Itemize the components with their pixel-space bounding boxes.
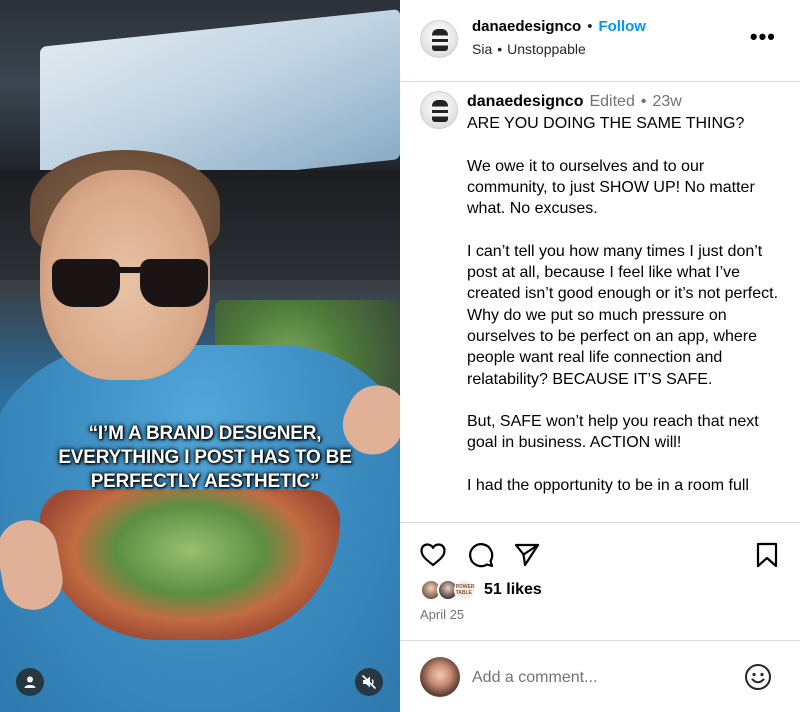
- heart-icon: [420, 543, 446, 567]
- follow-button[interactable]: Follow: [598, 18, 646, 35]
- emoji-button[interactable]: [744, 663, 772, 691]
- post-header: danaedesignco • Follow Sia • Unstoppable…: [400, 0, 800, 82]
- separator-dot: •: [587, 18, 593, 35]
- comment-input[interactable]: [472, 665, 732, 691]
- bookmark-icon: [756, 542, 778, 568]
- share-icon: [514, 543, 540, 567]
- video-caption-overlay: “I’M A BRAND DESIGNER, EVERYTHING I POST…: [58, 423, 352, 492]
- likes-count[interactable]: 51 likes: [484, 581, 542, 599]
- post-caption-area[interactable]: danaedesignco Edited • 23w ARE YOU DOING…: [400, 83, 800, 520]
- muted-speaker-icon: [361, 674, 377, 690]
- separator-dot: •: [497, 41, 503, 57]
- more-options-icon[interactable]: •••: [750, 24, 776, 50]
- caption-author-username[interactable]: danaedesignco: [467, 93, 583, 111]
- share-button[interactable]: [513, 541, 541, 569]
- author-username[interactable]: danaedesignco: [472, 18, 581, 35]
- likes-summary[interactable]: POWER TABLE 51 likes: [420, 579, 542, 601]
- audio-track[interactable]: Unstoppable: [507, 41, 586, 57]
- audio-toggle-button[interactable]: [355, 668, 383, 696]
- separator-dot: •: [640, 93, 647, 110]
- post-actions: POWER TABLE 51 likes April 25: [400, 522, 800, 640]
- post-age[interactable]: 23w: [652, 93, 681, 111]
- comment-icon: [469, 543, 494, 568]
- caption-author-avatar[interactable]: [420, 91, 458, 129]
- save-button[interactable]: [753, 541, 781, 569]
- viewer-avatar: [420, 657, 460, 697]
- author-avatar[interactable]: [420, 20, 458, 58]
- audio-attribution[interactable]: Sia • Unstoppable: [472, 41, 586, 57]
- tagged-users-button[interactable]: [16, 668, 44, 696]
- comment-button[interactable]: [467, 541, 495, 569]
- comment-composer: [400, 640, 800, 712]
- liker-avatars: POWER TABLE: [420, 579, 478, 601]
- edited-label: Edited: [589, 93, 635, 110]
- post-details-panel: danaedesignco • Follow Sia • Unstoppable…: [400, 0, 800, 712]
- audio-artist[interactable]: Sia: [472, 41, 492, 57]
- smiley-icon: [745, 664, 771, 690]
- user-icon: [24, 676, 36, 688]
- sunglasses: [52, 255, 212, 311]
- liker-avatar-badge: POWER TABLE: [454, 579, 476, 601]
- post-date[interactable]: April 25: [420, 607, 464, 622]
- like-button[interactable]: [419, 541, 447, 569]
- post-media-video[interactable]: “I’M A BRAND DESIGNER, EVERYTHING I POST…: [0, 0, 400, 712]
- post-caption-text: ARE YOU DOING THE SAME THING? We owe it …: [467, 115, 779, 495]
